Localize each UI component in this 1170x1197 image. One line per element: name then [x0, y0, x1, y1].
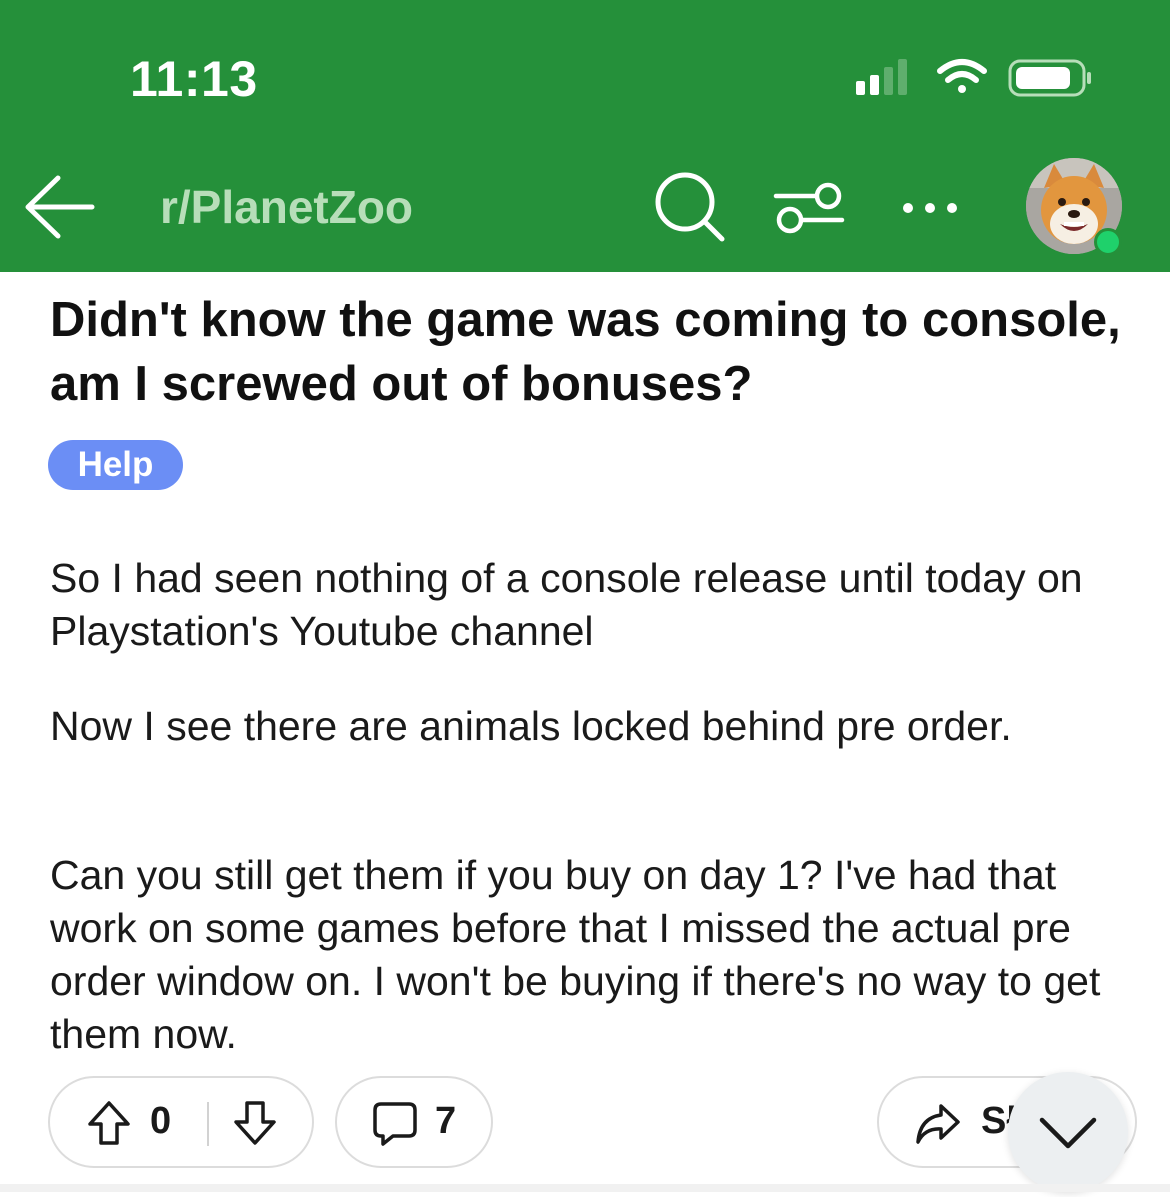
post-body-paragraph: So I had seen nothing of a console relea… — [50, 555, 1083, 654]
online-status-indicator — [1094, 228, 1122, 256]
battery-icon — [1008, 59, 1091, 97]
upvote-arrow-icon — [88, 1101, 130, 1145]
search-button[interactable] — [650, 170, 730, 244]
post-body-paragraph: Now I see there are animals locked behin… — [50, 703, 1012, 749]
bottom-divider — [0, 1184, 1170, 1192]
comment-count: 7 — [435, 1100, 457, 1142]
comments-button[interactable]: 7 — [335, 1076, 493, 1168]
downvote-arrow-icon — [234, 1101, 276, 1145]
share-icon — [915, 1102, 961, 1151]
filter-button[interactable] — [772, 175, 846, 241]
comment-icon — [371, 1100, 419, 1153]
filter-icon — [773, 182, 845, 234]
downvote-button[interactable] — [232, 1100, 278, 1151]
status-icons — [850, 55, 1100, 105]
back-button[interactable] — [22, 172, 98, 242]
status-time: 11:13 — [130, 51, 258, 107]
chevron-down-icon — [1039, 1117, 1097, 1149]
post-title: Didn't know the game was coming to conso… — [50, 293, 1121, 411]
flair-badge[interactable]: Help — [48, 440, 183, 490]
back-arrow-icon — [25, 175, 95, 239]
signal-icon — [856, 59, 907, 95]
post-body-paragraph: Can you still get them if you buy on day… — [50, 852, 1101, 1057]
upvote-button[interactable] — [86, 1100, 132, 1151]
vote-count: 0 — [150, 1100, 172, 1142]
vote-divider — [207, 1102, 209, 1146]
vote-bar: 0 — [48, 1076, 314, 1168]
wifi-icon — [937, 59, 987, 93]
more-icon — [903, 203, 957, 213]
more-options-button[interactable] — [895, 185, 965, 231]
scroll-down-button[interactable] — [1008, 1072, 1128, 1192]
top-header: 11:13 r/PlanetZoo — [0, 0, 1170, 272]
search-icon — [655, 172, 725, 242]
subreddit-name[interactable]: r/PlanetZoo — [160, 180, 413, 234]
